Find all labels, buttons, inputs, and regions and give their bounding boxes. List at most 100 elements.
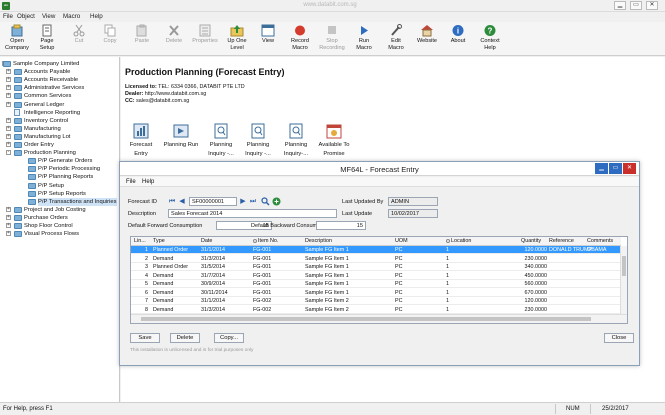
tree-item[interactable]: + Accounts Receivable xyxy=(0,76,119,84)
description-input[interactable] xyxy=(168,209,337,218)
cell-type[interactable]: Demand xyxy=(153,273,173,279)
dialog-minimize-button[interactable]: ▁ xyxy=(595,163,608,174)
delete-button[interactable]: Delete xyxy=(158,24,190,55)
website-button[interactable]: Website xyxy=(411,24,443,55)
cell-loc[interactable]: 1 xyxy=(446,273,449,279)
cell-loc[interactable]: 1 xyxy=(446,247,449,253)
cell-qty[interactable]: 560.0000 xyxy=(503,281,547,287)
cell-loc[interactable]: 1 xyxy=(446,298,449,304)
first-record-button[interactable]: ⏮ xyxy=(168,198,176,206)
col-uom[interactable]: UOM xyxy=(395,238,408,244)
cell-uom[interactable]: PC xyxy=(395,290,403,296)
cell-line[interactable]: 5 xyxy=(134,281,148,287)
cell-qty[interactable]: 670.0000 xyxy=(503,290,547,296)
cell-loc[interactable]: 1 xyxy=(446,264,449,270)
record-macro-button[interactable]: Record Macro xyxy=(284,24,316,55)
table-row[interactable]: 6 Demand 30/11/2014 FG-001 Sample FG Item 1 P… xyxy=(131,289,621,297)
tree-item[interactable]: -Sample Company Limited xyxy=(0,60,119,68)
vertical-scroll-thumb[interactable] xyxy=(622,256,626,276)
col-description[interactable]: Description xyxy=(305,238,332,244)
cell-line[interactable]: 7 xyxy=(134,298,148,304)
vertical-scrollbar[interactable] xyxy=(620,246,627,314)
expand-icon[interactable]: + xyxy=(6,223,11,228)
cell-loc[interactable]: 1 xyxy=(446,290,449,296)
planning-inquiry-button-2[interactable]: Planning Inquiry -... xyxy=(238,122,278,157)
app-icon[interactable]: ʷᵒ xyxy=(2,2,10,10)
tree-item[interactable]: Intelligence Reporting xyxy=(0,108,119,117)
col-comments[interactable]: Comments xyxy=(587,238,613,244)
cell-line[interactable]: 1 xyxy=(134,247,148,253)
col-reference[interactable]: Reference xyxy=(549,238,574,244)
about-button[interactable]: i About xyxy=(442,24,474,55)
table-row[interactable]: 4 Demand 31/7/2014 FG-001 Sample FG Item 1 PC… xyxy=(131,272,621,280)
cell-desc[interactable]: Sample FG Item 1 xyxy=(305,256,349,262)
menu-file[interactable]: File xyxy=(3,13,13,20)
planning-inquiry-button-1[interactable]: Planning Inquiry -... xyxy=(201,122,241,157)
cell-item[interactable]: FG-001 xyxy=(253,290,271,296)
previous-record-button[interactable]: ◀ xyxy=(178,198,186,206)
cell-loc[interactable]: 1 xyxy=(446,307,449,313)
col-date[interactable]: Date xyxy=(201,238,212,244)
expand-icon[interactable]: + xyxy=(6,85,11,91)
available-to-promise-button[interactable]: Available To Promise xyxy=(314,122,354,157)
copy-button[interactable]: Copy xyxy=(94,24,126,55)
last-record-button[interactable]: ⏭ xyxy=(249,198,257,206)
backward-consumption-input[interactable] xyxy=(316,221,366,230)
restore-button[interactable]: ▭ xyxy=(630,1,642,10)
paste-button[interactable]: Paste xyxy=(126,24,158,55)
tree-item[interactable]: - Production Planning xyxy=(0,149,119,157)
horizontal-scrollbar[interactable] xyxy=(131,314,627,323)
minimize-button[interactable]: ▁ xyxy=(614,1,626,10)
tree-item[interactable]: + Common Services xyxy=(0,92,119,100)
cell-qty[interactable]: 120.0000 xyxy=(503,247,547,253)
table-row[interactable]: 1 Planned Order 31/1/2014 FG-001 Sample FG I… xyxy=(131,246,621,254)
cell-desc[interactable]: Sample FG Item 1 xyxy=(305,273,349,279)
expand-icon[interactable]: + xyxy=(6,77,11,83)
expand-icon[interactable]: + xyxy=(6,206,11,212)
table-row[interactable]: 2 Demand 31/3/2014 FG-001 Sample FG Item 1 PC… xyxy=(131,255,621,263)
menu-help[interactable]: Help xyxy=(90,13,103,20)
collapse-icon[interactable]: - xyxy=(6,150,11,156)
cell-item[interactable]: FG-001 xyxy=(253,264,271,270)
cell-date[interactable]: 31/7/2014 xyxy=(201,273,225,279)
planning-inquiry-button-3[interactable]: Planning Inquiry-... xyxy=(276,122,316,157)
cell-desc[interactable]: Sample FG Item 1 xyxy=(305,247,349,253)
close-dialog-button[interactable]: Close xyxy=(604,333,634,343)
cell-date[interactable]: 31/3/2014 xyxy=(201,307,225,313)
tree-item[interactable]: + Purchase Orders xyxy=(0,214,119,222)
col-item-no[interactable]: Item No. xyxy=(253,238,278,244)
tree-item[interactable]: + Manufacturing Lot xyxy=(0,133,119,141)
cell-line[interactable]: 8 xyxy=(134,307,148,313)
cell-type[interactable]: Demand xyxy=(153,281,173,287)
cell-date[interactable]: 30/9/2014 xyxy=(201,281,225,287)
expand-icon[interactable]: + xyxy=(6,231,11,237)
cell-desc[interactable]: Sample FG Item 2 xyxy=(305,298,349,304)
tree-item[interactable]: + Manufacturing xyxy=(0,125,119,133)
table-row[interactable]: 3 Planned Order 31/5/2014 FG-001 Sample FG I… xyxy=(131,263,621,271)
tree-item[interactable]: P/P Setup xyxy=(0,182,119,190)
cut-button[interactable]: Cut xyxy=(63,24,95,55)
menu-macro[interactable]: Macro xyxy=(63,13,80,20)
forecast-id-input[interactable] xyxy=(189,197,237,206)
cell-loc[interactable]: 1 xyxy=(446,281,449,287)
forecast-entry-button[interactable]: Forecast Entry xyxy=(121,122,161,157)
tree-item[interactable]: P/P Planning Reports xyxy=(0,173,119,181)
dialog-menu-help[interactable]: Help xyxy=(142,179,154,185)
planning-run-button[interactable]: Planning Run xyxy=(161,122,201,149)
cell-line[interactable]: 4 xyxy=(134,273,148,279)
new-record-icon[interactable] xyxy=(272,197,281,206)
edit-macro-button[interactable]: Edit Macro xyxy=(380,24,412,55)
cell-date[interactable]: 31/5/2014 xyxy=(201,264,225,270)
close-button[interactable]: ✕ xyxy=(646,1,658,10)
next-record-button[interactable]: ▶ xyxy=(239,198,247,206)
up-one-level-button[interactable]: Up One Level xyxy=(221,24,253,55)
tree-item[interactable]: + Accounts Payable xyxy=(0,68,119,76)
cell-uom[interactable]: PC xyxy=(395,256,403,262)
table-row[interactable]: 8 Demand 31/3/2014 FG-002 Sample FG Item 2 PC… xyxy=(131,306,621,314)
expand-icon[interactable]: + xyxy=(6,101,11,107)
cell-uom[interactable]: PC xyxy=(395,281,403,287)
menu-object[interactable]: Object xyxy=(17,13,35,20)
tree-item[interactable]: + Project and Job Costing xyxy=(0,206,119,214)
cell-qty[interactable]: 340.0000 xyxy=(503,264,547,270)
tree-item[interactable]: + Administrative Services xyxy=(0,84,119,92)
